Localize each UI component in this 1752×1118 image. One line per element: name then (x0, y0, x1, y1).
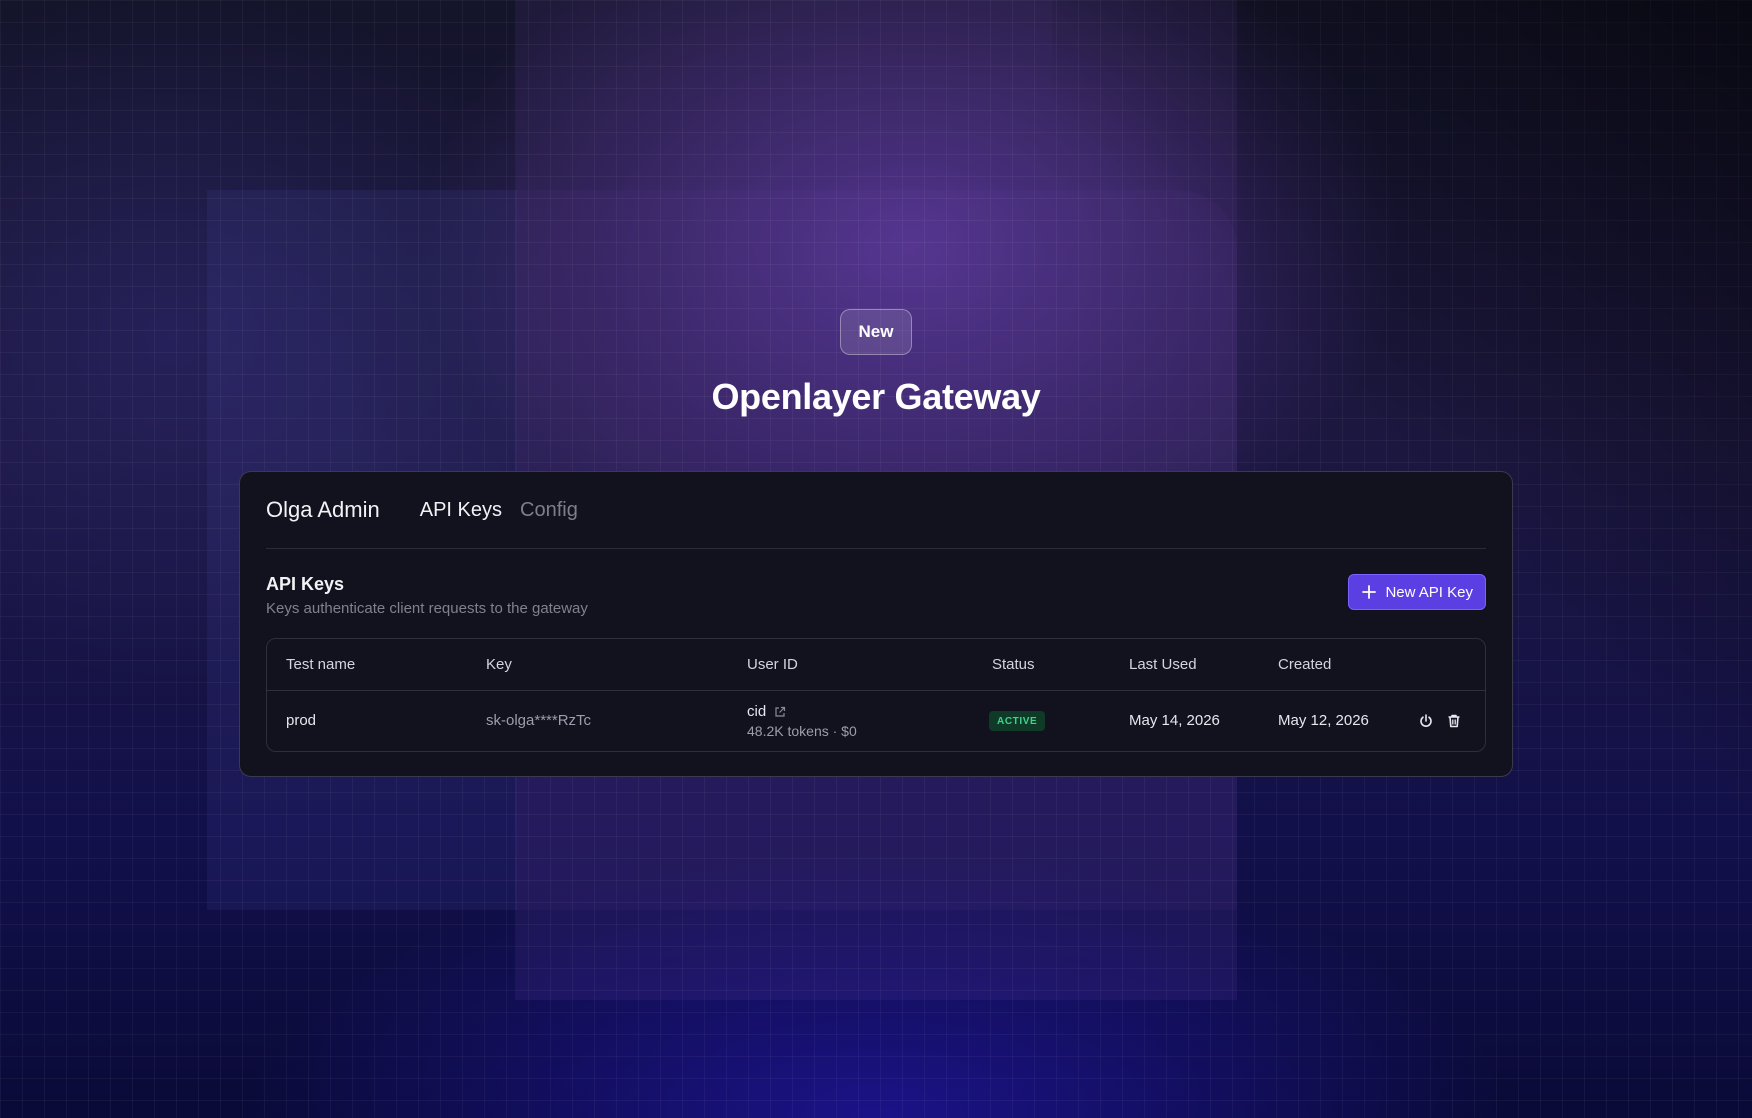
api-keys-table: Test name Key User ID Status Last Used C… (266, 638, 1486, 752)
column-header-name[interactable]: Test name (286, 656, 355, 673)
new-api-key-label: New API Key (1385, 583, 1473, 601)
api-keys-card: Olga Admin API Keys Config API Keys Keys… (239, 471, 1513, 777)
user-id-cell: cid 48.2K tokens · $0 (747, 703, 857, 739)
trash-icon[interactable] (1446, 713, 1462, 729)
column-header-user-id[interactable]: User ID (747, 656, 798, 673)
row-actions (1418, 713, 1462, 729)
usage-summary: 48.2K tokens · $0 (747, 723, 857, 739)
tab-api-keys[interactable]: API Keys (420, 499, 502, 522)
status-badge: ACTIVE (989, 711, 1046, 731)
plus-icon (1361, 584, 1377, 600)
key-name: prod (286, 712, 317, 729)
created-date: May 12, 2026 (1278, 712, 1369, 729)
column-header-created[interactable]: Created (1278, 656, 1331, 673)
table-header: Test name Key User ID Status Last Used C… (267, 639, 1485, 691)
section-subtitle: Keys authenticate client requests to the… (266, 600, 588, 617)
key-value: sk-olga****RzTc (486, 712, 592, 729)
column-header-key[interactable]: Key (486, 656, 512, 673)
external-link-icon[interactable] (774, 706, 786, 718)
column-header-last-used[interactable]: Last Used (1129, 656, 1197, 673)
new-badge: New (840, 309, 912, 355)
tab-config[interactable]: Config (520, 499, 578, 522)
new-api-key-button[interactable]: New API Key (1348, 574, 1486, 610)
section-title: API Keys (266, 574, 345, 594)
org-name: Olga Admin (266, 497, 380, 522)
power-icon[interactable] (1418, 713, 1434, 729)
card-header: Olga Admin API Keys Config (266, 472, 1486, 549)
last-used: May 14, 2026 (1129, 712, 1220, 729)
column-header-status[interactable]: Status (992, 656, 1035, 673)
table-row[interactable]: prod sk-olga****RzTc cid 48.2K tokens · … (267, 690, 1485, 752)
page-title: Openlayer Gateway (711, 376, 1041, 417)
user-id[interactable]: cid (747, 703, 766, 720)
